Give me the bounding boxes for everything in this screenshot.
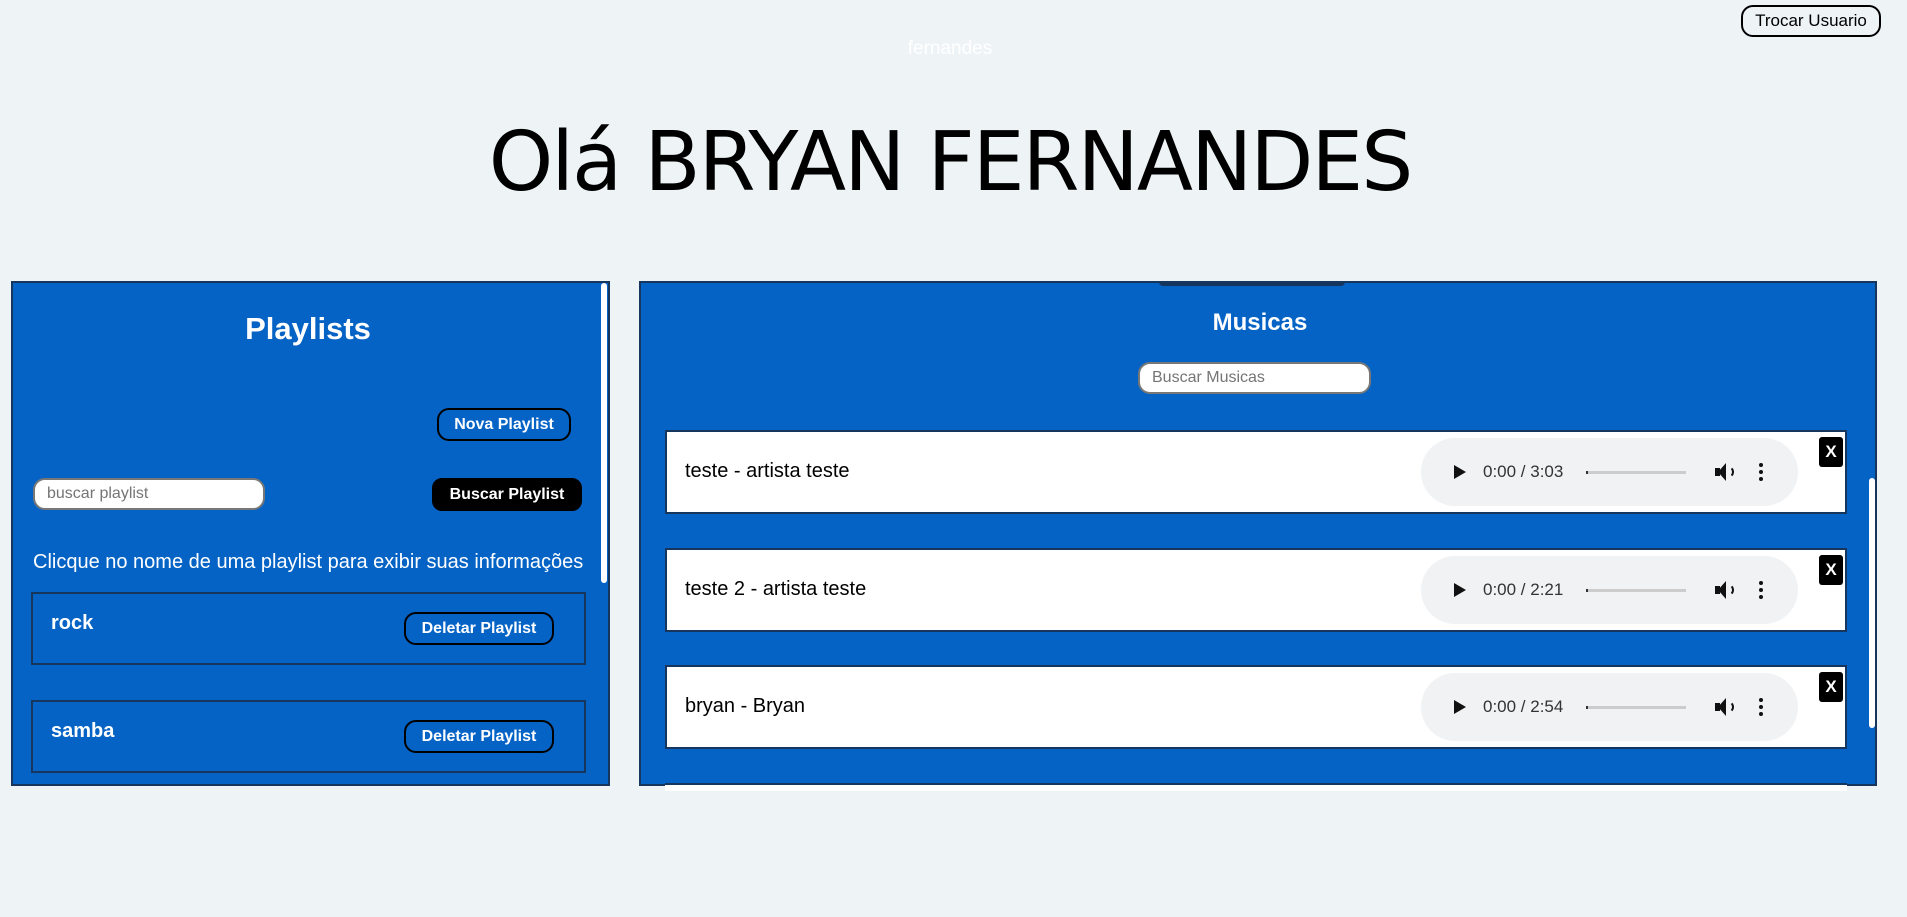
audio-player[interactable]: 0:00 / 2:21 — [1421, 556, 1798, 624]
play-icon[interactable] — [1454, 465, 1466, 479]
audio-time: 0:00 / 2:21 — [1483, 580, 1564, 599]
playlists-title: Playlists — [245, 311, 371, 346]
more-options-icon[interactable] — [1759, 581, 1763, 599]
username-label: fernandes — [907, 38, 993, 59]
audio-time: 0:00 / 3:03 — [1483, 462, 1564, 481]
delete-track-button[interactable]: X — [1819, 437, 1843, 467]
greeting-title: Olá BRYAN FERNANDES — [488, 115, 1414, 210]
playlists-scrollbar[interactable] — [601, 283, 607, 583]
volume-icon[interactable] — [1714, 580, 1736, 600]
switch-user-button[interactable]: Trocar Usuario — [1741, 5, 1881, 37]
music-search-input[interactable] — [1138, 362, 1371, 394]
more-options-icon[interactable] — [1759, 698, 1763, 716]
delete-track-button[interactable]: X — [1819, 555, 1843, 585]
audio-player[interactable]: 0:00 / 2:54 — [1421, 673, 1798, 741]
delete-track-button[interactable]: X — [1819, 672, 1843, 702]
playlists-panel: Playlists Nova Playlist Buscar Playlist … — [11, 281, 610, 786]
track-row: bryan - Bryan 0:00 / 2:54 X — [665, 665, 1847, 749]
track-name: teste - artista teste — [685, 460, 850, 482]
playlist-search-input[interactable] — [33, 478, 265, 510]
delete-playlist-button[interactable]: Deletar Playlist — [404, 612, 554, 645]
track-name: teste 2 - artista teste — [685, 578, 867, 600]
volume-icon[interactable] — [1714, 462, 1736, 482]
search-playlist-button[interactable]: Buscar Playlist — [432, 478, 582, 511]
musics-scrollbar[interactable] — [1869, 478, 1875, 728]
play-icon[interactable] — [1454, 700, 1466, 714]
audio-time: 0:00 / 2:54 — [1483, 697, 1564, 716]
more-options-icon[interactable] — [1759, 463, 1763, 481]
audio-player[interactable]: 0:00 / 3:03 — [1421, 438, 1798, 506]
musics-panel: Musicas teste - artista teste 0:00 / 3:0… — [639, 281, 1877, 791]
track-row: teste 2 - artista teste 0:00 / 2:21 X — [665, 548, 1847, 632]
track-row: teste - artista teste 0:00 / 3:03 X — [665, 430, 1847, 514]
delete-playlist-button[interactable]: Deletar Playlist — [404, 720, 554, 753]
audio-progress-slider[interactable] — [1586, 588, 1686, 592]
playlist-item[interactable]: rock Deletar Playlist — [31, 592, 586, 665]
playlist-item[interactable]: samba Deletar Playlist — [31, 700, 586, 773]
track-name: bryan - Bryan — [685, 695, 806, 717]
new-playlist-button[interactable]: Nova Playlist — [437, 408, 571, 441]
playlist-hint-text: Clicque no nome de uma playlist para exi… — [33, 551, 584, 573]
musics-title: Musicas — [1212, 309, 1308, 336]
audio-progress-slider[interactable] — [1586, 470, 1686, 474]
panel-tab-edge — [1159, 281, 1345, 286]
track-row-partial — [665, 783, 1847, 791]
playlist-name[interactable]: rock — [51, 612, 93, 635]
audio-progress-slider[interactable] — [1586, 705, 1686, 709]
playlist-name[interactable]: samba — [51, 720, 114, 743]
play-icon[interactable] — [1454, 583, 1466, 597]
volume-icon[interactable] — [1714, 697, 1736, 717]
